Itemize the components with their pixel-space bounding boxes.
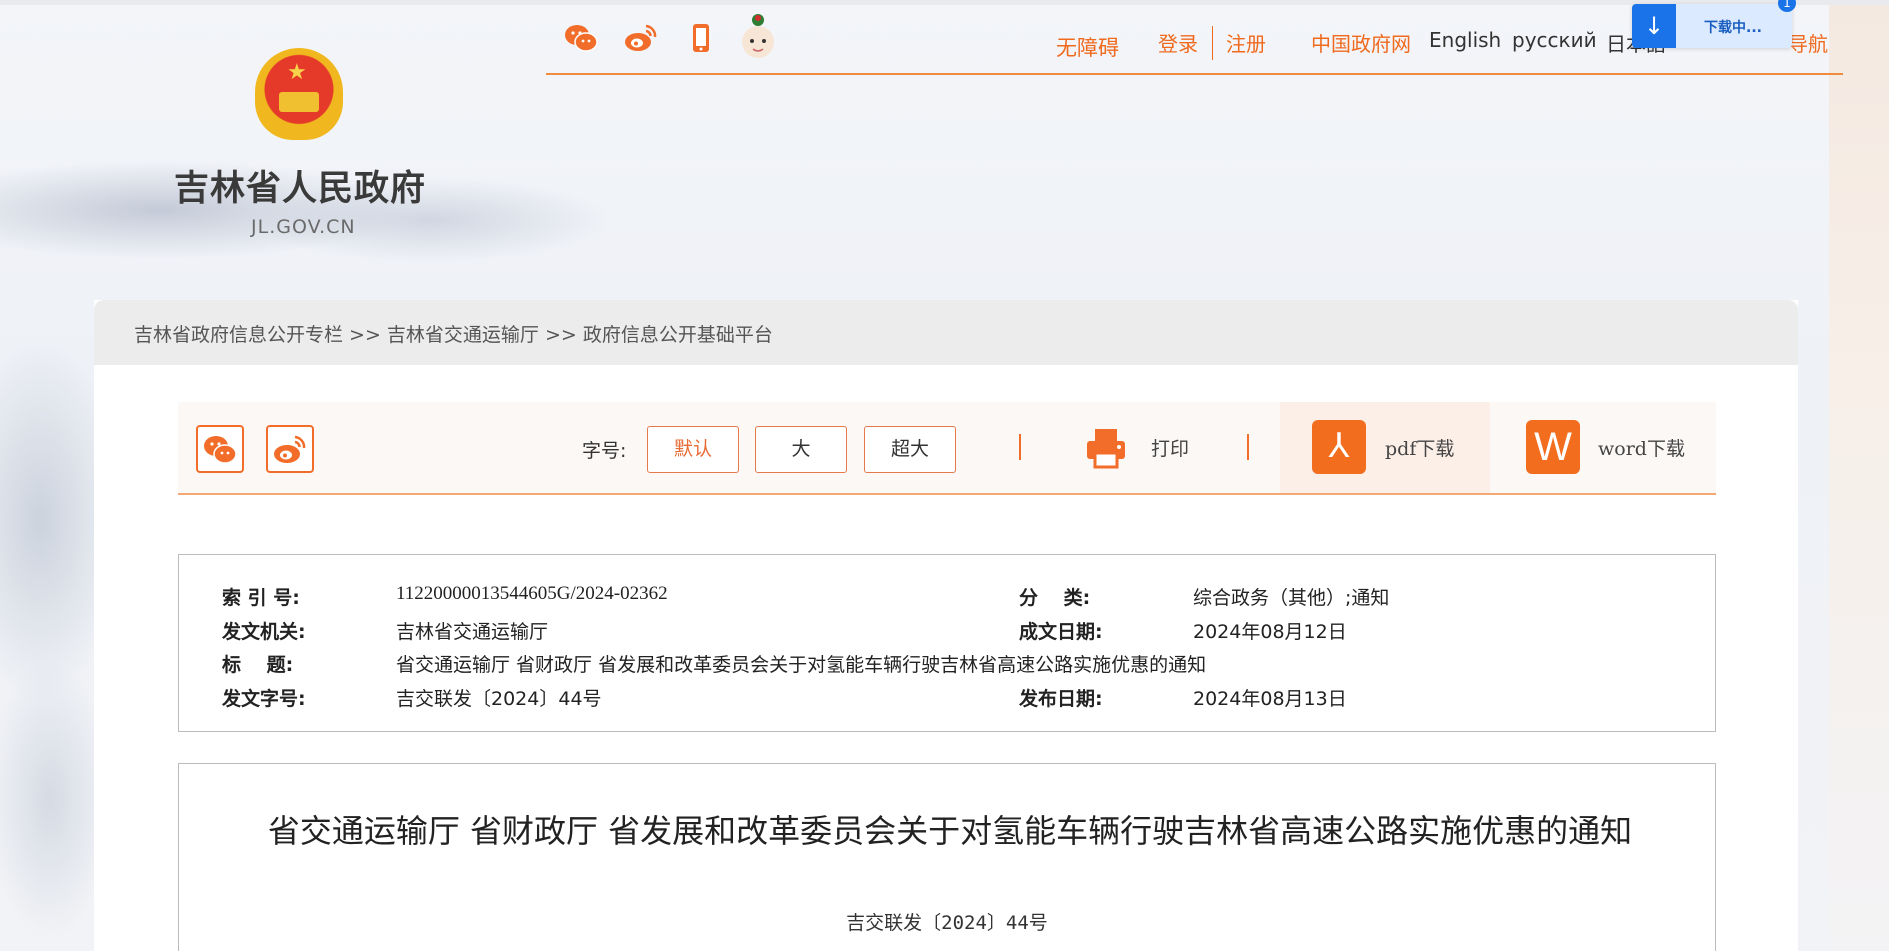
login-link[interactable]: 登录 — [1158, 28, 1198, 57]
issuer-value: 吉林省交通运输厅 — [396, 621, 549, 643]
russian-link[interactable]: русский — [1512, 28, 1597, 52]
gov-cn-link[interactable]: 中国政府网 — [1311, 28, 1411, 57]
background-right-decor — [1829, 0, 1889, 951]
download-count-badge: 1 — [1778, 0, 1796, 12]
index-number-label: 索 引 号: — [222, 587, 300, 609]
mascot-icon[interactable] — [738, 10, 778, 62]
pdf-icon[interactable]: ⅄ — [1312, 420, 1366, 474]
accessibility-link[interactable]: 无障碍 — [1056, 32, 1119, 62]
top-border — [0, 0, 1889, 5]
download-arrow-icon: ↓ — [1632, 4, 1676, 48]
wechat-icon[interactable] — [563, 20, 599, 56]
font-size-label: 字号: — [582, 440, 627, 462]
doc-number-value: 吉交联发〔2024〕44号 — [396, 688, 602, 710]
nav-underline — [546, 73, 1843, 75]
national-emblem-icon: ★ — [255, 48, 343, 140]
wechat-icon — [204, 436, 237, 464]
font-large-button[interactable]: 大 — [755, 426, 847, 473]
article-doc-number: 吉交联发〔2024〕44号 — [846, 912, 1048, 934]
site-nav-link[interactable]: 导航 — [1788, 28, 1828, 57]
font-default-button[interactable]: 默认 — [647, 426, 739, 473]
register-link[interactable]: 注册 — [1226, 28, 1266, 57]
title-label: 标 题: — [222, 654, 294, 676]
mobile-icon[interactable] — [683, 20, 719, 56]
issuer-label: 发文机关: — [222, 621, 306, 643]
index-number-value: 11220000013544605G/2024-02362 — [396, 583, 668, 604]
category-value: 综合政务（其他）;通知 — [1193, 587, 1390, 609]
weibo-icon[interactable] — [622, 20, 658, 56]
title-value: 省交通运输厅 省财政厅 省发展和改革委员会关于对氢能车辆行驶吉林省高速公路实施优… — [396, 654, 1207, 676]
download-progress-popup[interactable]: ↓ 下载中... — [1632, 4, 1792, 48]
english-link[interactable]: English — [1429, 28, 1501, 52]
breadcrumb[interactable]: 吉林省政府信息公开专栏 >> 吉林省交通运输厅 >> 政府信息公开基础平台 — [134, 320, 773, 347]
download-status-text: 下载中... — [1704, 20, 1762, 36]
written-date-label: 成文日期: — [1019, 621, 1103, 643]
font-xlarge-button[interactable]: 超大 — [864, 426, 956, 473]
share-wechat-button[interactable] — [196, 425, 244, 473]
site-title[interactable]: 吉林省人民政府 — [174, 160, 426, 211]
weibo-icon — [274, 435, 306, 463]
article-title: 省交通运输厅 省财政厅 省发展和改革委员会关于对氢能车辆行驶吉林省高速公路实施优… — [267, 812, 1633, 850]
word-download-button[interactable]: word下载 — [1598, 434, 1685, 461]
nav-separator — [1212, 26, 1213, 60]
written-date-value: 2024年08月12日 — [1193, 621, 1347, 643]
share-weibo-button[interactable] — [266, 425, 314, 473]
print-icon[interactable] — [1083, 425, 1129, 471]
word-icon[interactable]: W — [1526, 420, 1580, 474]
category-label: 分 类: — [1019, 587, 1091, 609]
site-domain: JL.GOV.CN — [251, 216, 356, 238]
publish-date-value: 2024年08月13日 — [1193, 688, 1347, 710]
doc-number-label: 发文字号: — [222, 688, 306, 710]
toolbar-separator — [1247, 434, 1249, 460]
toolbar-separator — [1019, 434, 1021, 460]
print-button[interactable]: 打印 — [1151, 434, 1189, 461]
publish-date-label: 发布日期: — [1019, 688, 1103, 710]
pdf-download-button[interactable]: pdf下载 — [1385, 434, 1454, 461]
